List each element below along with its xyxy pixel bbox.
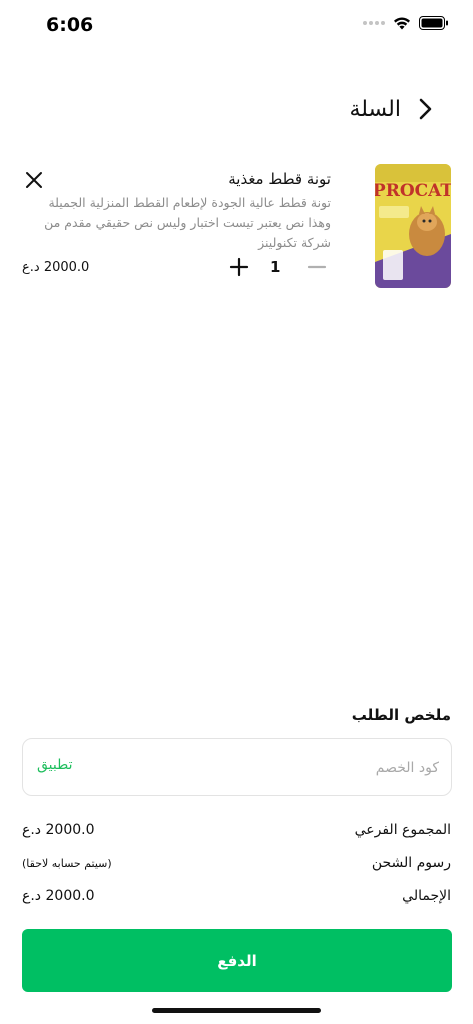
apply-coupon-button[interactable]: تطبيق	[37, 757, 73, 773]
order-summary-title: ملخص الطلب	[351, 706, 451, 724]
pay-button[interactable]: الدفع	[22, 929, 452, 992]
signal-icon	[363, 21, 385, 25]
product-price: 2000.0 د.ع	[22, 260, 90, 275]
wifi-icon	[394, 17, 410, 30]
total-value: 2000.0 د.ع	[22, 888, 95, 904]
shipping-label: رسوم الشحن	[371, 855, 451, 871]
cart-screen: 6:06 السلة PROCAT تونة قطط مغذية تونة قط…	[0, 0, 473, 1024]
plus-icon[interactable]	[228, 256, 250, 278]
product-name: تونة قطط مغذية	[228, 170, 331, 188]
product-description: تونة قطط عالية الجودة لإطعام القطط المنز…	[44, 195, 331, 250]
minus-icon[interactable]	[306, 256, 328, 278]
coupon-input[interactable]	[139, 751, 439, 785]
quantity-value: 1	[270, 258, 281, 276]
shipping-value: (سيتم حسابه لاحقا)	[22, 857, 112, 870]
subtotal-value: 2000.0 د.ع	[22, 822, 95, 838]
product-brand-text: PROCAT	[375, 181, 451, 201]
subtotal-label: المجموع الفرعي	[354, 822, 451, 838]
home-indicator	[152, 1008, 321, 1013]
status-time: 6:06	[46, 14, 94, 36]
product-image: PROCAT	[375, 164, 451, 288]
page-title: السلة	[349, 96, 401, 122]
chevron-right-icon[interactable]	[415, 96, 435, 122]
remove-item-icon[interactable]	[22, 168, 46, 192]
total-label: الإجمالي	[402, 888, 451, 904]
page-header: السلة	[349, 96, 435, 122]
coupon-box: تطبيق	[22, 738, 452, 796]
status-icons	[363, 16, 449, 30]
battery-icon	[419, 16, 448, 30]
